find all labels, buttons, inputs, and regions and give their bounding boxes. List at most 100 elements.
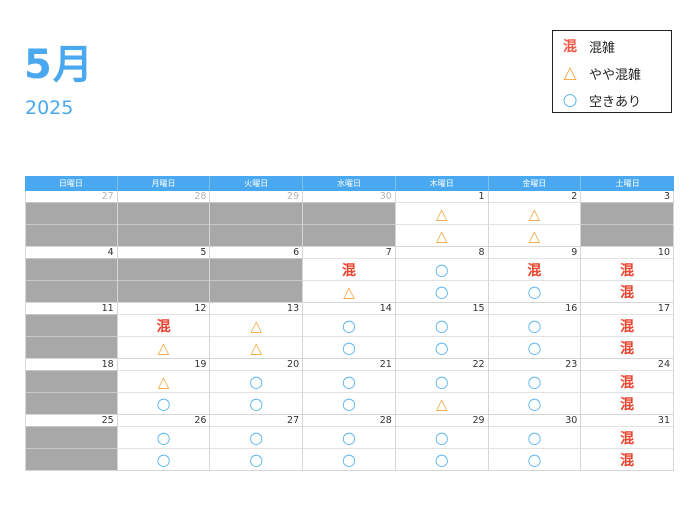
closed-slot bbox=[26, 280, 117, 302]
day-cell[interactable]: 12 混 △ bbox=[117, 303, 211, 359]
time-slot[interactable]: ○ bbox=[488, 392, 581, 414]
time-slot[interactable]: ○ bbox=[488, 426, 581, 448]
time-slot[interactable]: ○ bbox=[303, 314, 395, 336]
time-slot[interactable]: ○ bbox=[488, 314, 581, 336]
time-slot[interactable]: 混 bbox=[581, 448, 673, 470]
time-slot[interactable]: ○ bbox=[395, 336, 488, 358]
time-slot[interactable]: 混 bbox=[581, 280, 673, 302]
day-cell[interactable]: 23 ○ ○ bbox=[488, 359, 582, 415]
day-number: 14 bbox=[379, 303, 392, 314]
day-cell[interactable]: 28 bbox=[117, 191, 211, 247]
day-cell[interactable]: 21 ○ ○ bbox=[303, 359, 396, 415]
time-slot[interactable]: 混 bbox=[581, 392, 673, 414]
day-cell[interactable]: 7 混 △ bbox=[303, 247, 396, 303]
day-number: 7 bbox=[385, 247, 392, 258]
time-slot[interactable]: ○ bbox=[117, 392, 210, 414]
day-cell[interactable]: 4 bbox=[25, 247, 118, 303]
day-cell[interactable]: 14 ○ ○ bbox=[303, 303, 396, 359]
day-cell[interactable]: 17 混混 bbox=[581, 303, 674, 359]
day-cell[interactable]: 18 bbox=[25, 359, 118, 415]
partial-mark: △ bbox=[250, 338, 263, 357]
day-cell[interactable]: 28 ○ ○ bbox=[303, 415, 396, 471]
time-slot[interactable]: ○ bbox=[395, 426, 488, 448]
time-slot[interactable]: △ bbox=[395, 202, 488, 224]
time-slot[interactable]: ○ bbox=[395, 314, 488, 336]
day-cell[interactable]: 30 ○ ○ bbox=[488, 415, 582, 471]
time-slot[interactable]: ○ bbox=[395, 258, 488, 280]
day-cell[interactable]: 27 ○ ○ bbox=[210, 415, 304, 471]
busy-mark: 混 bbox=[620, 452, 635, 469]
busy-icon: 混 bbox=[563, 39, 577, 55]
time-slot[interactable]: ○ bbox=[210, 392, 303, 414]
day-number: 22 bbox=[472, 359, 485, 370]
time-slot[interactable]: △ bbox=[303, 280, 395, 302]
time-slot[interactable]: ○ bbox=[303, 370, 395, 392]
time-slot[interactable]: 混 bbox=[581, 370, 673, 392]
time-slot[interactable]: 混 bbox=[581, 314, 673, 336]
time-slot[interactable]: ○ bbox=[488, 448, 581, 470]
time-slot[interactable]: △ bbox=[117, 336, 210, 358]
day-cell[interactable]: 20 ○ ○ bbox=[210, 359, 304, 415]
time-slot[interactable]: △ bbox=[117, 370, 210, 392]
time-slot[interactable]: ○ bbox=[303, 392, 395, 414]
time-slot[interactable]: △ bbox=[488, 202, 581, 224]
day-cell[interactable]: 3 bbox=[581, 191, 674, 247]
day-number: 29 bbox=[472, 415, 485, 426]
time-slot[interactable]: △ bbox=[210, 336, 303, 358]
open-mark: ○ bbox=[434, 450, 449, 469]
day-cell[interactable]: 22 ○ △ bbox=[395, 359, 489, 415]
time-slot[interactable]: ○ bbox=[303, 426, 395, 448]
time-slot[interactable]: ○ bbox=[395, 448, 488, 470]
day-cell[interactable]: 31 混混 bbox=[581, 415, 674, 471]
day-cell[interactable]: 19 △ ○ bbox=[117, 359, 211, 415]
time-slot[interactable]: ○ bbox=[488, 336, 581, 358]
day-cell[interactable]: 16 ○ ○ bbox=[488, 303, 582, 359]
time-slot[interactable]: ○ bbox=[210, 426, 303, 448]
time-slot[interactable]: 混 bbox=[117, 314, 210, 336]
time-slot[interactable]: ○ bbox=[488, 370, 581, 392]
day-cell[interactable]: 10 混混 bbox=[581, 247, 674, 303]
time-slot[interactable]: △ bbox=[395, 392, 488, 414]
time-slot[interactable]: △ bbox=[488, 224, 581, 246]
time-slot[interactable]: ○ bbox=[303, 336, 395, 358]
day-cell[interactable]: 26 ○ ○ bbox=[117, 415, 211, 471]
circle-icon: ○ bbox=[562, 90, 578, 110]
day-number: 6 bbox=[293, 247, 300, 258]
day-cell[interactable]: 15 ○ ○ bbox=[395, 303, 489, 359]
day-cell[interactable]: 30 bbox=[303, 191, 396, 247]
day-cell[interactable]: 25 bbox=[25, 415, 118, 471]
time-slot[interactable]: ○ bbox=[395, 280, 488, 302]
time-slot[interactable]: ○ bbox=[210, 448, 303, 470]
weekday-label: 日曜日 bbox=[25, 176, 118, 191]
day-cell[interactable]: 9 混 ○ bbox=[488, 247, 582, 303]
day-cell[interactable]: 1 △ △ bbox=[395, 191, 489, 247]
partial-mark: △ bbox=[435, 204, 448, 223]
day-cell[interactable]: 6 bbox=[210, 247, 304, 303]
time-slot[interactable]: ○ bbox=[117, 448, 210, 470]
time-slot[interactable]: 混 bbox=[303, 258, 395, 280]
time-slot[interactable]: ○ bbox=[117, 426, 210, 448]
time-slot[interactable]: ○ bbox=[210, 370, 303, 392]
time-slot[interactable]: 混 bbox=[581, 336, 673, 358]
day-cell[interactable]: 27 bbox=[25, 191, 118, 247]
time-slot[interactable]: 混 bbox=[581, 258, 673, 280]
time-slot[interactable]: △ bbox=[395, 224, 488, 246]
time-slot[interactable]: 混 bbox=[488, 258, 581, 280]
time-slot[interactable]: 混 bbox=[581, 426, 673, 448]
time-slot[interactable]: △ bbox=[210, 314, 303, 336]
day-cell[interactable]: 8 ○ ○ bbox=[395, 247, 489, 303]
time-slot[interactable]: ○ bbox=[395, 370, 488, 392]
time-slot[interactable]: ○ bbox=[303, 448, 395, 470]
day-cell[interactable]: 29 ○ ○ bbox=[395, 415, 489, 471]
day-cell[interactable]: 5 bbox=[117, 247, 211, 303]
day-cell[interactable]: 2 △ △ bbox=[488, 191, 582, 247]
day-cell[interactable]: 24 混混 bbox=[581, 359, 674, 415]
day-cell[interactable]: 11 bbox=[25, 303, 118, 359]
time-slot[interactable]: ○ bbox=[488, 280, 581, 302]
open-mark: ○ bbox=[342, 316, 356, 335]
day-cell[interactable]: 13 △ △ bbox=[210, 303, 304, 359]
partial-mark: △ bbox=[435, 394, 448, 413]
day-cell[interactable]: 29 bbox=[210, 191, 304, 247]
closed-slot bbox=[581, 202, 673, 224]
weekday-header: 日曜日 月曜日 火曜日 水曜日 木曜日 金曜日 土曜日 bbox=[25, 176, 674, 191]
